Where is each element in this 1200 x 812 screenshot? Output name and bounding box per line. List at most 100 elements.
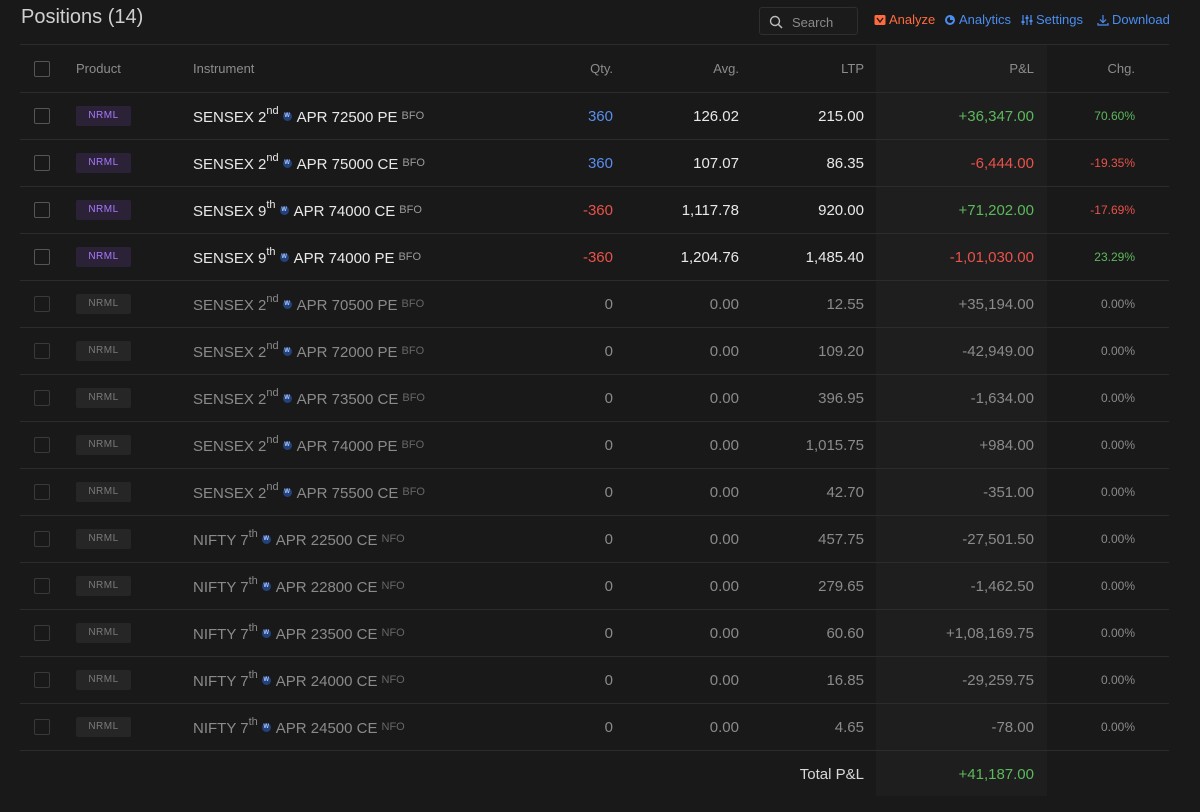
ltp-value: 12.55 [826,295,864,313]
instrument-cell[interactable]: NIFTY 7th W APR 23500 CE NFO [193,610,405,656]
exchange-label: BFO [402,157,425,169]
analytics-label: Analytics [959,12,1012,27]
instrument-cell[interactable]: SENSEX 2nd W APR 75000 CE BFO [193,140,425,186]
avg-value: 1,117.78 [681,201,739,219]
col-pnl[interactable]: P&L [1009,45,1034,92]
row-checkbox[interactable] [34,249,50,265]
row-checkbox[interactable] [34,202,50,218]
exchange-label: NFO [381,627,405,639]
chg-value: 0.00% [1100,579,1135,593]
product-badge: NRML [76,435,131,455]
table-row[interactable]: NRML SENSEX 2nd W APR 75000 CE BFO 360 107.07 8… [20,139,1169,186]
col-avg[interactable]: Avg. [713,45,739,92]
settings-button[interactable]: Settings [1021,12,1083,27]
col-chg[interactable]: Chg. [1108,45,1135,92]
instrument-cell[interactable]: NIFTY 7th W APR 24500 CE NFO [193,704,405,750]
instrument-cell[interactable]: NIFTY 7th W APR 24000 CE NFO [193,657,405,703]
instrument-cell[interactable]: SENSEX 2nd W APR 75500 CE BFO [193,469,425,515]
instrument-name: NIFTY 7th W APR 22800 CE [193,575,378,596]
table-row[interactable]: NRML NIFTY 7th W APR 22800 CE NFO 0 0.00 279.65… [20,562,1169,609]
exchange-label: BFO [401,110,425,122]
pnl-value: -1,462.50 [970,577,1034,595]
instrument-contract: APR 24500 CE [275,719,378,737]
ltp-value: 4.65 [834,718,864,736]
instrument-cell[interactable]: SENSEX 2nd W APR 74000 PE BFO [193,422,424,468]
qty-value: 0 [604,342,613,360]
row-checkbox[interactable] [34,484,50,500]
expiry-suffix: nd [266,433,279,446]
ltp-value: 60.60 [826,624,864,642]
pnl-value: +35,194.00 [958,295,1035,313]
instrument-contract: APR 74000 CE [293,202,396,220]
row-checkbox[interactable] [34,155,50,171]
row-checkbox[interactable] [34,437,50,453]
product-badge: NRML [76,294,131,314]
instrument-cell[interactable]: SENSEX 9th W APR 74000 PE BFO [193,234,421,280]
row-checkbox[interactable] [34,672,50,688]
table-row[interactable]: NRML SENSEX 2nd W APR 72000 PE BFO 0 0.00 109.2… [20,327,1169,374]
chg-value: 0.00% [1100,391,1135,405]
avg-value: 0.00 [709,671,739,689]
qty-value: 0 [604,389,613,407]
table-row[interactable]: NRML SENSEX 2nd W APR 74000 PE BFO 0 0.00 1,015… [20,421,1169,468]
avg-value: 0.00 [709,342,739,360]
avg-value: 0.00 [709,718,739,736]
instrument-cell[interactable]: SENSEX 2nd W APR 73500 CE BFO [193,375,425,421]
row-checkbox[interactable] [34,108,50,124]
row-checkbox[interactable] [34,296,50,312]
instrument-cell[interactable]: SENSEX 2nd W APR 72000 PE BFO [193,328,424,374]
table-row[interactable]: NRML SENSEX 2nd W APR 70500 PE BFO 0 0.00 12.55… [20,280,1169,327]
instrument-cell[interactable]: SENSEX 9th W APR 74000 CE BFO [193,187,422,233]
instrument-symbol: SENSEX [193,108,254,126]
exchange-label: BFO [402,486,425,498]
instrument-cell[interactable]: NIFTY 7th W APR 22800 CE NFO [193,563,405,609]
expiry-suffix: th [248,668,258,681]
product-badge: NRML [76,717,131,737]
row-checkbox[interactable] [34,531,50,547]
settings-label: Settings [1036,12,1083,27]
table-row[interactable]: NRML SENSEX 2nd W APR 73500 CE BFO 0 0.00 396.9… [20,374,1169,421]
col-ltp[interactable]: LTP [841,45,864,92]
product-badge: NRML [76,341,131,361]
qty-value: 0 [604,483,613,501]
row-checkbox[interactable] [34,578,50,594]
select-all-checkbox[interactable] [34,60,50,77]
instrument-contract: APR 23500 CE [275,625,378,643]
analyze-button[interactable]: Analyze [874,12,935,27]
search-box[interactable] [759,7,858,35]
instrument-symbol: NIFTY [193,578,237,596]
expiry-day: 7 [240,625,249,643]
row-checkbox[interactable] [34,625,50,641]
row-checkbox[interactable] [34,343,50,359]
table-row[interactable]: NRML SENSEX 2nd W APR 72500 PE BFO 360 126.02 2… [20,92,1169,139]
weekly-icon: W [261,675,271,685]
instrument-contract: APR 22500 CE [275,531,378,549]
col-instrument[interactable]: Instrument [193,45,254,92]
avg-value: 107.07 [693,154,739,172]
instrument-name: SENSEX 9th W APR 74000 PE [193,246,394,267]
search-input[interactable] [792,12,854,32]
table-row[interactable]: NRML NIFTY 7th W APR 22500 CE NFO 0 0.00 457.75… [20,515,1169,562]
instrument-cell[interactable]: SENSEX 2nd W APR 70500 PE BFO [193,281,424,327]
table-row[interactable]: NRML SENSEX 9th W APR 74000 PE BFO -360 1,204.… [20,233,1169,280]
table-row[interactable]: NRML NIFTY 7th W APR 24000 CE NFO 0 0.00 16.85 -… [20,656,1169,703]
expiry-day: 7 [240,531,249,549]
download-button[interactable]: Download [1097,12,1170,27]
table-row[interactable]: NRML NIFTY 7th W APR 24500 CE NFO 0 0.00 4.65 -7… [20,703,1169,750]
instrument-cell[interactable]: SENSEX 2nd W APR 72500 PE BFO [193,93,424,139]
positions-table: Product Instrument Qty. Avg. LTP P&L Chg… [20,44,1169,796]
pnl-value: -42,949.00 [962,342,1034,360]
table-row[interactable]: NRML SENSEX 9th W APR 74000 CE BFO -360 1,117.… [20,186,1169,233]
table-row[interactable]: NRML SENSEX 2nd W APR 75500 CE BFO 0 0.00 42.70… [20,468,1169,515]
pnl-value: -78.00 [991,718,1034,736]
instrument-cell[interactable]: NIFTY 7th W APR 22500 CE NFO [193,516,405,562]
row-checkbox[interactable] [34,390,50,406]
chg-value: -19.35% [1090,156,1135,170]
col-qty[interactable]: Qty. [590,45,613,92]
row-checkbox[interactable] [34,719,50,735]
ltp-value: 86.35 [826,154,864,172]
table-row[interactable]: NRML NIFTY 7th W APR 23500 CE NFO 0 0.00 60.60 +… [20,609,1169,656]
analytics-button[interactable]: Analytics [944,12,1011,27]
col-product[interactable]: Product [76,45,121,92]
weekly-icon: W [261,628,271,638]
